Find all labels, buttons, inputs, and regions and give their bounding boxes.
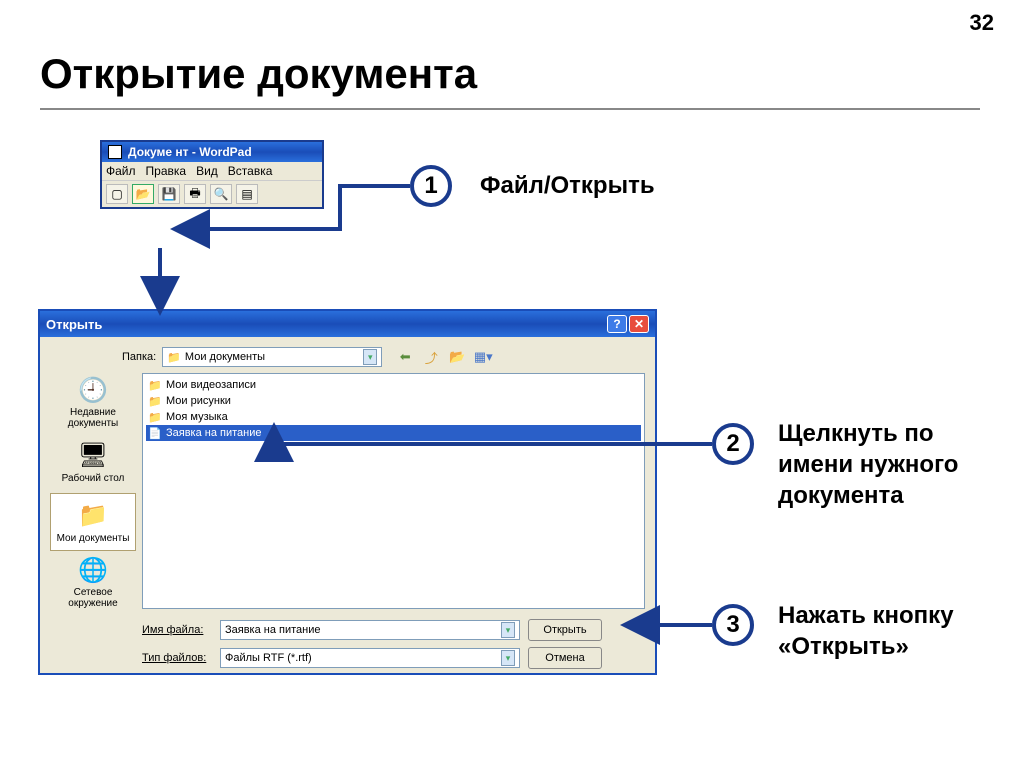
callout-num-1: 1 — [424, 172, 437, 200]
file-item[interactable]: 📁 Моя музыка — [146, 409, 641, 425]
callout-badge-2: 2 — [712, 423, 754, 465]
sidebar-desktop[interactable]: 🖥 Рабочий стол — [50, 433, 136, 491]
nav-up-icon[interactable]: ⤴ — [422, 348, 440, 366]
places-sidebar: 🕘 Недавние документы 🖥 Рабочий стол 📁 Мо… — [50, 373, 136, 611]
desktop-icon: 🖥 — [77, 441, 109, 471]
callout-badge-1: 1 — [410, 165, 452, 207]
sidebar-recent-label: Недавние документы — [53, 407, 133, 429]
title-rule — [40, 108, 980, 110]
folder-icon: 📁 — [148, 410, 162, 424]
callout-num-3: 3 — [726, 611, 739, 639]
folder-dropdown[interactable]: 📁 Мои документы ▾ — [162, 347, 382, 367]
callout-num-2: 2 — [726, 430, 739, 458]
toolbar-preview-icon[interactable]: 🔍 — [210, 184, 232, 204]
wordpad-app-icon — [108, 145, 122, 159]
menu-insert[interactable]: Вставка — [228, 164, 273, 178]
callout-text-1: Файл/Открыть — [480, 170, 655, 201]
callout-text-3: Нажать кнопку «Открыть» — [778, 600, 998, 662]
file-item-label: Моя музыка — [166, 411, 228, 423]
folder-icon: 📁 — [148, 378, 162, 392]
toolbar-open-icon[interactable]: 📂 — [132, 184, 154, 204]
file-item[interactable]: 📁 Мои рисунки — [146, 393, 641, 409]
mydocs-icon: 📁 — [77, 501, 109, 531]
nav-back-icon[interactable]: ⬅ — [396, 348, 414, 366]
sidebar-mydocs-label: Мои документы — [57, 533, 130, 544]
toolbar-new-icon[interactable]: ▢ — [106, 184, 128, 204]
toolbar-find-icon[interactable]: ▤ — [236, 184, 258, 204]
callout-text-2: Щелкнуть по имени нужного документа — [778, 418, 998, 512]
chevron-down-icon[interactable]: ▾ — [501, 650, 515, 666]
file-item-selected[interactable]: 📄 Заявка на питание — [146, 425, 641, 441]
wordpad-titlebar: Докуме нт - WordPad — [102, 142, 322, 162]
sidebar-recent[interactable]: 🕘 Недавние документы — [50, 373, 136, 431]
close-button-icon[interactable]: ✕ — [629, 315, 649, 333]
wordpad-menubar: Файл Правка Вид Вставка — [102, 162, 322, 180]
folder-icon: 📁 — [148, 394, 162, 408]
filename-value: Заявка на питание — [225, 624, 321, 636]
open-dialog-title: Открыть — [46, 317, 102, 332]
open-dialog: Открыть ? ✕ Папка: 📁 Мои документы ▾ ⬅ ⤴… — [38, 309, 657, 675]
menu-file[interactable]: Файл — [106, 164, 136, 178]
filename-input[interactable]: Заявка на питание ▾ — [220, 620, 520, 640]
file-item-label: Мои видеозаписи — [166, 379, 256, 391]
open-dialog-titlebar: Открыть ? ✕ — [40, 311, 655, 337]
nav-view-icon[interactable]: ▦▾ — [474, 348, 492, 366]
file-item-label: Заявка на питание — [166, 427, 262, 439]
wordpad-toolbar: ▢ 📂 💾 🖶 🔍 ▤ — [102, 180, 322, 207]
sidebar-network-label: Сетевое окружение — [53, 587, 133, 609]
filename-label: Имя файла: — [142, 624, 212, 636]
toolbar-print-icon[interactable]: 🖶 — [184, 184, 206, 204]
page-number: 32 — [970, 10, 994, 36]
menu-edit[interactable]: Правка — [146, 164, 187, 178]
wordpad-window: Докуме нт - WordPad Файл Правка Вид Вста… — [100, 140, 324, 209]
toolbar-save-icon[interactable]: 💾 — [158, 184, 180, 204]
callout-badge-3: 3 — [712, 604, 754, 646]
chevron-down-icon[interactable]: ▾ — [363, 349, 377, 365]
file-item-label: Мои рисунки — [166, 395, 231, 407]
nav-newfolder-icon[interactable]: 📂 — [448, 348, 466, 366]
cancel-button[interactable]: Отмена — [528, 647, 602, 669]
menu-view[interactable]: Вид — [196, 164, 218, 178]
page-title: Открытие документа — [40, 50, 477, 98]
folder-value: Мои документы — [185, 351, 265, 363]
network-icon: 🌐 — [77, 556, 109, 585]
sidebar-mydocs[interactable]: 📁 Мои документы — [50, 493, 136, 551]
open-button[interactable]: Открыть — [528, 619, 602, 641]
help-button-icon[interactable]: ? — [607, 315, 627, 333]
file-list-pane[interactable]: 📁 Мои видеозаписи 📁 Мои рисунки 📁 Моя му… — [142, 373, 645, 609]
document-icon: 📄 — [148, 426, 162, 440]
file-item[interactable]: 📁 Мои видеозаписи — [146, 377, 641, 393]
sidebar-desktop-label: Рабочий стол — [62, 473, 125, 484]
filetype-label: Тип файлов: — [142, 652, 212, 664]
recent-docs-icon: 🕘 — [77, 376, 109, 405]
wordpad-title-text: Докуме нт - WordPad — [128, 145, 252, 159]
filetype-value: Файлы RTF (*.rtf) — [225, 652, 312, 664]
chevron-down-icon[interactable]: ▾ — [501, 622, 515, 638]
folder-icon: 📁 — [167, 351, 181, 364]
filetype-dropdown[interactable]: Файлы RTF (*.rtf) ▾ — [220, 648, 520, 668]
sidebar-network[interactable]: 🌐 Сетевое окружение — [50, 553, 136, 611]
folder-label: Папка: — [122, 351, 156, 363]
